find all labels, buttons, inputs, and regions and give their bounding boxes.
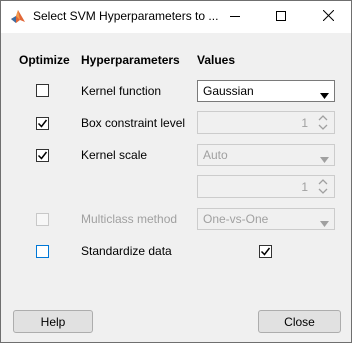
multiclass-method-value: One-vs-One bbox=[203, 212, 269, 226]
header-values: Values bbox=[197, 53, 236, 67]
kernel-function-label: Kernel function bbox=[81, 84, 162, 98]
minimize-icon bbox=[230, 10, 240, 24]
header-optimize: Optimize bbox=[19, 53, 70, 67]
dialog-content: Optimize Hyperparameters Values Kernel f… bbox=[1, 33, 351, 342]
multiclass-method-dropdown[interactable]: One-vs-One bbox=[197, 208, 335, 230]
kernel-scale-spinner[interactable]: 1 bbox=[197, 175, 335, 198]
chevron-down-icon bbox=[320, 216, 329, 230]
close-icon bbox=[322, 9, 334, 24]
standardize-data-label: Standardize data bbox=[81, 244, 172, 258]
window-title: Select SVM Hyperparameters to ... bbox=[33, 9, 219, 23]
spinner-arrows-icon bbox=[316, 114, 330, 131]
minimize-button[interactable] bbox=[212, 1, 258, 33]
check-icon bbox=[260, 247, 271, 256]
multiclass-method-label: Multiclass method bbox=[81, 212, 178, 226]
dialog-window: Select SVM Hyperparameters to ... Optimi… bbox=[0, 0, 352, 343]
close-window-button[interactable] bbox=[305, 1, 351, 33]
standardize-data-value-checkbox[interactable] bbox=[259, 245, 272, 258]
chevron-down-icon bbox=[320, 152, 329, 166]
title-bar[interactable]: Select SVM Hyperparameters to ... bbox=[1, 1, 351, 33]
kernel-function-dropdown[interactable]: Gaussian bbox=[197, 80, 335, 102]
optimize-standardize-checkbox[interactable] bbox=[36, 245, 49, 258]
check-icon bbox=[37, 119, 48, 128]
kernel-scale-mode-value: Auto bbox=[203, 148, 228, 162]
box-constraint-value: 1 bbox=[301, 116, 308, 130]
maximize-button[interactable] bbox=[258, 1, 304, 33]
optimize-kernel-scale-checkbox[interactable] bbox=[36, 149, 49, 162]
header-hyperparameters: Hyperparameters bbox=[81, 53, 180, 67]
check-icon bbox=[37, 151, 48, 160]
chevron-down-icon bbox=[320, 88, 329, 102]
matlab-icon bbox=[10, 9, 26, 25]
optimize-multiclass-checkbox[interactable] bbox=[36, 213, 49, 226]
spinner-arrows-icon bbox=[316, 178, 330, 195]
optimize-box-constraint-checkbox[interactable] bbox=[36, 117, 49, 130]
help-button[interactable]: Help bbox=[13, 310, 93, 333]
kernel-scale-value: 1 bbox=[301, 180, 308, 194]
box-constraint-spinner[interactable]: 1 bbox=[197, 111, 335, 134]
kernel-scale-mode-dropdown[interactable]: Auto bbox=[197, 144, 335, 166]
box-constraint-label: Box constraint level bbox=[81, 116, 186, 130]
maximize-icon bbox=[276, 10, 286, 24]
kernel-scale-label: Kernel scale bbox=[81, 148, 148, 162]
close-button[interactable]: Close bbox=[258, 310, 341, 333]
kernel-function-value: Gaussian bbox=[203, 84, 254, 98]
optimize-kernel-function-checkbox[interactable] bbox=[36, 84, 49, 97]
